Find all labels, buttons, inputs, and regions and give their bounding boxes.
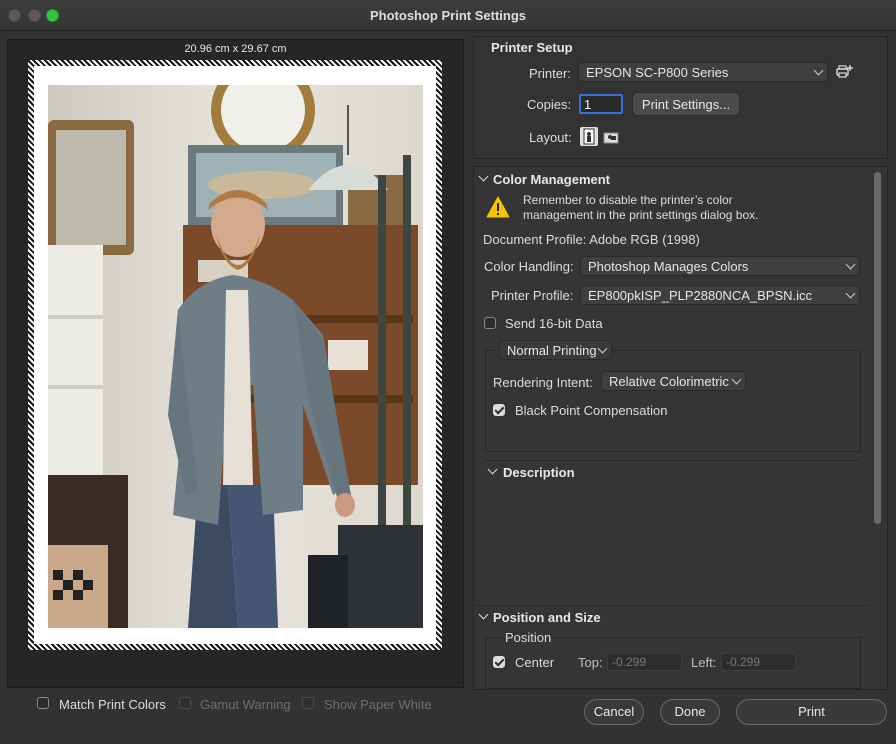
black-point-label[interactable]: Black Point Compensation [515,403,667,418]
photo-preview[interactable] [48,85,423,628]
window-title: Photoshop Print Settings [370,8,526,23]
document-profile-text: Document Profile: Adobe RGB (1998) [483,232,700,247]
printer-profile-label: Printer Profile: [491,288,574,303]
photo-image [48,85,423,628]
match-print-colors-checkbox[interactable] [37,697,49,709]
top-value: -0.299 [612,655,647,669]
gamut-warning-label: Gamut Warning [200,697,291,712]
black-point-checkbox[interactable] [493,404,505,416]
center-label[interactable]: Center [515,655,554,670]
chevron-down-icon [597,343,608,354]
printer-label: Printer: [529,66,571,81]
print-settings-button[interactable]: Print Settings... [632,92,740,116]
print-preview[interactable]: 20.96 cm x 29.67 cm [7,39,464,688]
position-size-title[interactable]: Position and Size [493,610,601,625]
center-checkbox[interactable] [493,656,505,668]
printer-value: EPSON SC-P800 Series [586,65,729,80]
color-handling-value: Photoshop Manages Colors [588,259,749,274]
title-bar: Photoshop Print Settings [0,0,896,31]
left-value: -0.299 [726,655,761,669]
copies-input[interactable]: 1 [579,94,623,114]
landscape-icon [603,132,619,144]
printer-setup-title: Printer Setup [491,40,573,55]
done-button[interactable]: Done [660,699,720,725]
match-print-colors-label[interactable]: Match Print Colors [59,697,166,712]
chevron-down-icon [731,374,742,385]
color-handling-select[interactable]: Photoshop Manages Colors [580,256,860,276]
printing-options-group [485,350,861,452]
printing-mode-value: Normal Printing [507,343,597,358]
warning-icon [486,196,510,221]
position-label: Position [503,630,554,645]
rendering-intent-select[interactable]: Relative Colorimetric [601,371,746,391]
color-warning-text: Remember to disable the printer’s color … [523,193,759,222]
printer-profile-select[interactable]: EP800pkISP_PLP2880NCA_BPSN.icc [580,285,860,305]
paper-size-label: 20.96 cm x 29.67 cm [184,43,287,55]
layout-label: Layout: [529,130,572,145]
section-divider [476,605,869,606]
gamut-warning-checkbox[interactable] [179,697,191,709]
section-divider [485,460,859,461]
printer-select[interactable]: EPSON SC-P800 Series [578,62,828,82]
description-title[interactable]: Description [503,465,575,480]
layout-landscape-button[interactable] [603,129,619,145]
print-button[interactable]: Print [736,699,887,725]
copies-label: Copies: [527,97,572,112]
chevron-down-icon [813,65,824,76]
chevron-down-icon [845,259,856,270]
top-input[interactable]: -0.299 [607,653,682,671]
color-management-title[interactable]: Color Management [493,172,610,187]
add-printer-icon[interactable] [836,64,854,80]
rendering-intent-label: Rendering Intent: [493,375,593,390]
color-handling-label: Color Handling: [484,259,574,274]
portrait-icon [583,128,595,145]
left-input[interactable]: -0.299 [721,653,796,671]
printing-mode-select[interactable]: Normal Printing [499,340,612,360]
printer-profile-value: EP800pkISP_PLP2880NCA_BPSN.icc [588,288,813,303]
copies-value: 1 [584,97,592,112]
scrollbar-thumb[interactable] [874,172,881,524]
layout-portrait-button[interactable] [580,127,598,146]
top-label: Top: [578,655,603,670]
cancel-button[interactable]: Cancel [584,699,644,725]
chevron-down-icon [845,288,856,299]
send-16bit-checkbox[interactable] [484,317,496,329]
rendering-intent-value: Relative Colorimetric [609,374,729,389]
send-16bit-label[interactable]: Send 16-bit Data [505,316,603,331]
show-paper-white-checkbox[interactable] [302,697,314,709]
left-label: Left: [691,655,717,670]
show-paper-white-label: Show Paper White [324,697,432,712]
